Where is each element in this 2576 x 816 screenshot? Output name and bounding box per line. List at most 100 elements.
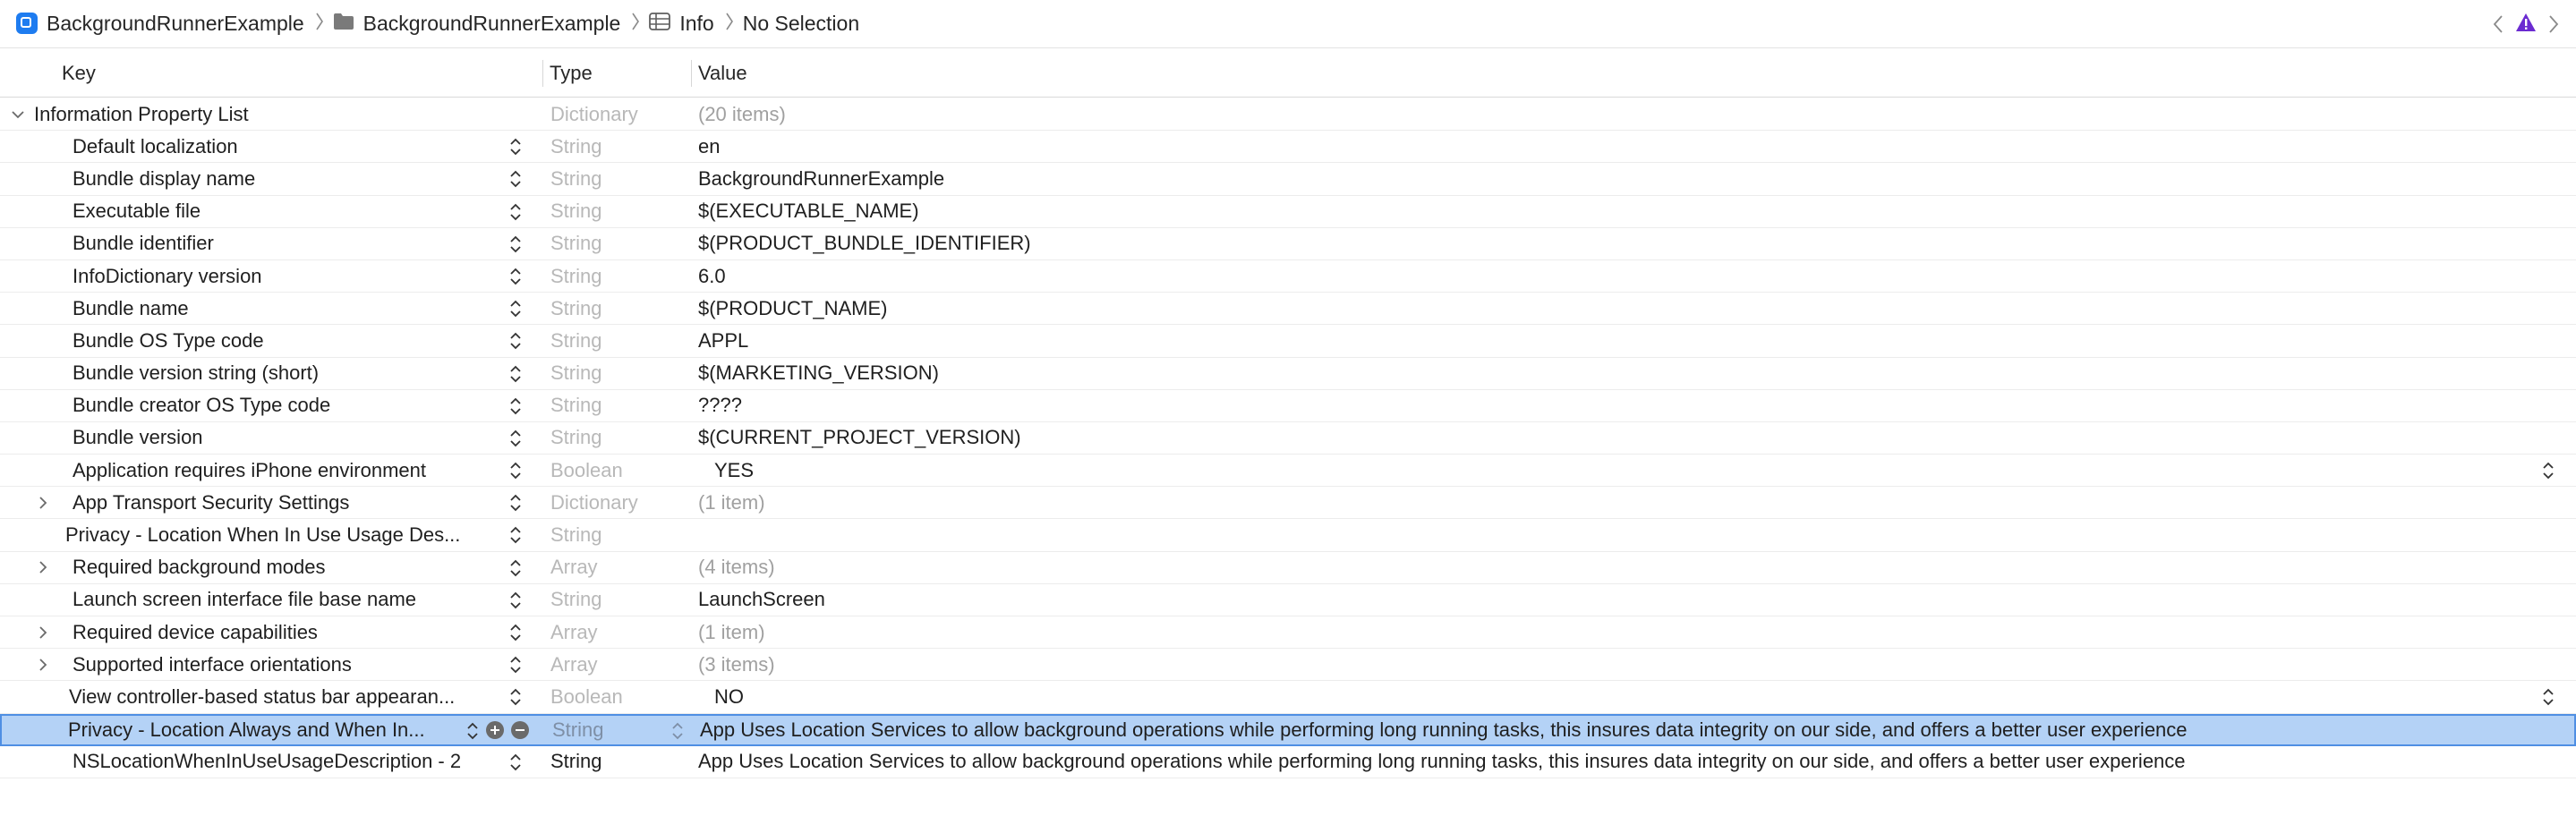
chevron-right-icon[interactable] (38, 487, 48, 518)
key-stepper-icon[interactable] (508, 591, 523, 610)
add-row-icon[interactable] (486, 720, 504, 739)
boolean-value-popup[interactable]: YES (714, 455, 754, 486)
chevron-right-icon (725, 12, 734, 36)
table-row[interactable]: Required background modes Array (4 items… (0, 552, 2576, 584)
property-list: Information Property List Dictionary (20… (0, 98, 2576, 778)
table-row[interactable]: Bundle name String $(PRODUCT_NAME) (0, 293, 2576, 326)
table-row[interactable]: Launch screen interface file base name S… (0, 584, 2576, 616)
previous-issue-button[interactable] (2490, 12, 2506, 37)
key-stepper-icon[interactable] (508, 267, 523, 286)
row-key: Launch screen interface file base name (73, 588, 417, 611)
row-value[interactable]: BackgroundRunnerExample (698, 163, 944, 194)
key-stepper-icon[interactable] (508, 396, 523, 416)
key-stepper-icon[interactable] (508, 525, 523, 545)
table-row[interactable]: Required device capabilities Array (1 it… (0, 616, 2576, 650)
row-value[interactable]: $(EXECUTABLE_NAME) (698, 196, 919, 227)
table-row[interactable]: App Transport Security Settings Dictiona… (0, 487, 2576, 520)
column-header-type[interactable]: Type (550, 49, 593, 98)
row-key: Bundle version (73, 426, 203, 449)
table-row[interactable]: Bundle version String $(CURRENT_PROJECT_… (0, 422, 2576, 455)
row-value[interactable]: 6.0 (698, 260, 726, 292)
boolean-value-popup[interactable]: NO (714, 681, 744, 712)
breadcrumb-file[interactable]: Info (649, 12, 714, 36)
key-stepper-icon[interactable] (508, 364, 523, 384)
row-value[interactable]: en (698, 131, 720, 162)
folder-icon (333, 12, 354, 36)
key-stepper-icon[interactable] (508, 234, 523, 254)
type-popup-stepper-icon[interactable] (670, 721, 685, 741)
chevron-down-icon[interactable] (11, 98, 25, 130)
breadcrumb-folder[interactable]: BackgroundRunnerExample (333, 12, 620, 36)
row-key: Executable file (73, 200, 201, 223)
row-type: String (550, 328, 602, 352)
next-issue-button[interactable] (2546, 12, 2562, 37)
table-row[interactable]: Bundle creator OS Type code String ???? (0, 390, 2576, 422)
key-stepper-icon[interactable] (508, 299, 523, 319)
key-stepper-icon[interactable] (508, 331, 523, 351)
row-type: String (550, 361, 602, 385)
row-value[interactable]: $(PRODUCT_NAME) (698, 293, 887, 324)
key-stepper-icon[interactable] (508, 461, 523, 480)
row-value[interactable]: $(CURRENT_PROJECT_VERSION) (698, 422, 1021, 454)
table-row[interactable]: View controller-based status bar appeara… (0, 681, 2576, 714)
chevron-right-icon[interactable] (38, 649, 48, 680)
row-type: String (550, 200, 602, 223)
row-key: Bundle version string (short) (73, 361, 320, 385)
row-key: Bundle creator OS Type code (73, 394, 331, 417)
table-row[interactable]: Application requires iPhone environment … (0, 455, 2576, 488)
chevron-right-icon[interactable] (38, 616, 48, 648)
table-row-selected[interactable]: Privacy - Location Always and When In...… (0, 713, 2576, 746)
remove-row-icon[interactable] (511, 720, 529, 739)
table-icon (649, 12, 671, 36)
breadcrumb-selection-label: No Selection (742, 11, 860, 35)
row-value[interactable]: App Uses Location Services to allow back… (700, 716, 2188, 744)
table-row[interactable]: Supported interface orientations Array (… (0, 649, 2576, 682)
warning-icon[interactable] (2515, 13, 2537, 37)
row-value[interactable]: App Uses Location Services to allow back… (698, 746, 2186, 778)
row-type: Array (550, 620, 598, 643)
breadcrumb-selection[interactable]: No Selection (743, 12, 859, 36)
breadcrumb-project[interactable]: BackgroundRunnerExample (16, 12, 304, 36)
key-stepper-icon[interactable] (508, 137, 523, 157)
row-type: String (550, 394, 602, 417)
key-stepper-icon[interactable] (465, 721, 480, 741)
row-type[interactable]: String (552, 716, 603, 744)
key-stepper-icon[interactable] (508, 202, 523, 222)
table-row[interactable]: InfoDictionary version String 6.0 (0, 260, 2576, 293)
row-key: Bundle display name (73, 166, 256, 190)
table-row[interactable]: NSLocationWhenInUseUsageDescription - 2 … (0, 746, 2576, 778)
table-row[interactable]: Bundle OS Type code String APPL (0, 325, 2576, 358)
column-divider[interactable] (691, 60, 692, 87)
row-value[interactable]: APPL (698, 325, 748, 356)
column-header-key[interactable]: Key (62, 49, 96, 98)
table-row[interactable]: Bundle version string (short) String $(M… (0, 358, 2576, 390)
root-key: Information Property List (34, 102, 249, 125)
key-stepper-icon[interactable] (508, 429, 523, 448)
table-row[interactable]: Privacy - Location When In Use Usage Des… (0, 519, 2576, 552)
column-divider[interactable] (542, 60, 543, 87)
column-header-value[interactable]: Value (698, 49, 747, 98)
key-stepper-icon[interactable] (508, 655, 523, 675)
table-row[interactable]: Bundle display name String BackgroundRun… (0, 163, 2576, 196)
table-row[interactable]: Default localization String en (0, 131, 2576, 164)
key-stepper-icon[interactable] (508, 169, 523, 189)
key-stepper-icon[interactable] (508, 558, 523, 578)
app-project-icon (16, 13, 38, 34)
table-row[interactable]: Executable file String $(EXECUTABLE_NAME… (0, 196, 2576, 228)
popup-stepper-icon[interactable] (2541, 687, 2555, 707)
root-row[interactable]: Information Property List Dictionary (20… (0, 98, 2576, 132)
popup-stepper-icon[interactable] (2541, 461, 2555, 480)
table-row[interactable]: Bundle identifier String $(PRODUCT_BUNDL… (0, 228, 2576, 260)
row-value[interactable]: ???? (698, 390, 742, 421)
row-value[interactable]: $(PRODUCT_BUNDLE_IDENTIFIER) (698, 228, 1031, 259)
row-value[interactable]: LaunchScreen (698, 584, 825, 616)
chevron-right-icon[interactable] (38, 552, 48, 583)
row-type: String (550, 232, 602, 255)
row-value: (1 item) (698, 620, 765, 643)
key-stepper-icon[interactable] (508, 623, 523, 642)
row-key: InfoDictionary version (73, 264, 262, 287)
key-stepper-icon[interactable] (508, 687, 523, 707)
row-value[interactable]: $(MARKETING_VERSION) (698, 358, 939, 389)
key-stepper-icon[interactable] (508, 493, 523, 513)
key-stepper-icon[interactable] (508, 752, 523, 772)
